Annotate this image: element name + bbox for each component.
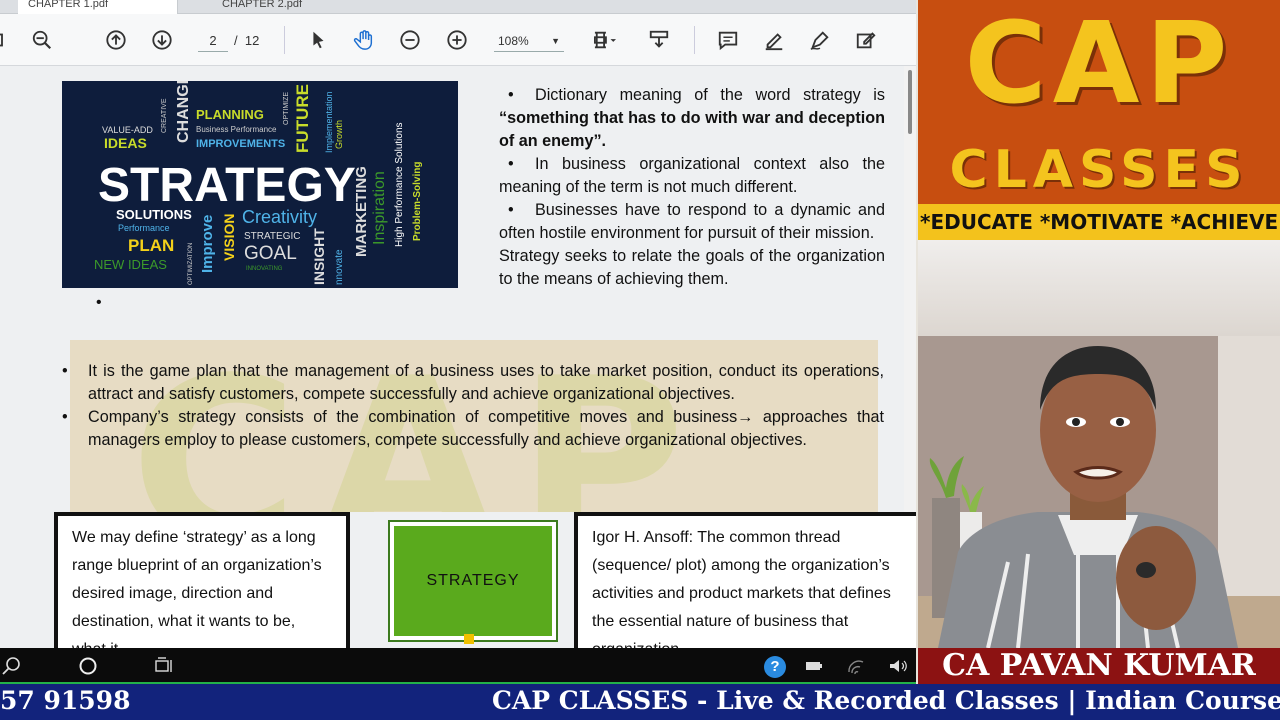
paragraph-goals-means: Strategy seeks to relate the goals of th… <box>499 247 885 288</box>
wordcloud-word: Inspiration <box>371 171 388 245</box>
wordcloud-word: Growth <box>334 120 344 149</box>
page-total: / 12 <box>234 33 260 48</box>
highlight-pen-icon[interactable] <box>760 26 788 54</box>
wordcloud-word: INSIGHT <box>311 228 327 285</box>
bullet-dictionary-meaning: • Dictionary meaning of the word strategy… <box>499 86 885 150</box>
wordcloud-word: Problem-Solving <box>412 162 423 241</box>
wordcloud-word: IMPROVEMENTS <box>196 138 285 150</box>
strategy-meaning-text: • Dictionary meaning of the word strategy… <box>499 84 885 291</box>
wordcloud-word: IDEAS <box>104 135 147 151</box>
select-cursor-icon[interactable] <box>304 26 332 54</box>
toolbar-divider <box>284 26 285 54</box>
presenter-video <box>918 240 1280 648</box>
wordcloud-word: GOAL <box>244 243 297 264</box>
wordcloud-word: VALUE-ADD <box>102 125 153 135</box>
strategy-marker <box>464 634 474 644</box>
search-icon[interactable] <box>28 26 56 54</box>
zoom-value: 108% <box>498 34 529 48</box>
strategy-label: STRATEGY <box>394 526 552 636</box>
wordcloud-word: Implementation <box>324 91 334 153</box>
tab-chapter-1[interactable]: CHAPTER 1.pdf <box>18 0 178 14</box>
wordcloud-word: High Performance Solutions <box>394 122 405 247</box>
wifi-icon[interactable] <box>846 656 866 676</box>
wordcloud-word: PLAN <box>128 236 174 255</box>
zoom-out-icon[interactable] <box>396 26 424 54</box>
definition-box: We may define ‘strategy’ as a long range… <box>54 512 350 648</box>
page-number-input[interactable]: 2 <box>198 30 228 52</box>
wordcloud-word: STRATEGIC <box>244 231 300 242</box>
cortana-icon[interactable] <box>78 656 98 676</box>
wordcloud-word: STRATEGY <box>98 159 356 212</box>
volume-icon[interactable] <box>888 656 908 676</box>
wordcloud-word: OPTIMIZE <box>283 92 290 125</box>
presenter-nameplate: CA PAVAN KUMAR <box>918 648 1280 684</box>
wordcloud-word: FUTURE <box>293 84 312 153</box>
strategy-diagram-box: STRATEGY <box>388 520 558 644</box>
cap-classes-logo: CAP CLASSES <box>918 0 1280 204</box>
logo-cap-text: CAP <box>964 0 1234 129</box>
zoom-select[interactable]: 108% ▼ <box>494 30 564 52</box>
pdf-viewer: CHAPTER 1.pdf CHAPTER 2.pdf 2 / 12 108% … <box>0 0 916 648</box>
draw-tool-icon[interactable] <box>806 26 834 54</box>
wordcloud-word: INNOVATING <box>246 266 283 272</box>
toolbar-divider <box>694 26 695 54</box>
scrollbar-thumb[interactable] <box>908 70 912 134</box>
search-icon[interactable] <box>2 656 22 676</box>
wordcloud-word: VISION <box>221 214 237 261</box>
wordcloud-word: Improve <box>199 215 216 273</box>
tab-chapter-2[interactable]: CHAPTER 2.pdf <box>212 0 372 14</box>
hand-tool-icon[interactable] <box>350 26 378 54</box>
empty-bullet: • <box>96 294 102 311</box>
ticker-text: CAP CLASSES - Live & Recorded Classes | … <box>492 686 1280 715</box>
wordcloud-word: Performance <box>118 223 170 233</box>
zoom-in-icon[interactable] <box>443 26 471 54</box>
bottom-ticker: 57 91598 CAP CLASSES - Live & Recorded C… <box>0 684 1280 720</box>
wordcloud-word: MARKETING <box>353 166 370 257</box>
task-view-icon[interactable] <box>154 656 174 676</box>
previous-page-icon[interactable] <box>102 26 130 54</box>
next-page-icon[interactable] <box>148 26 176 54</box>
ansoff-quote-box: Igor H. Ansoff: The common thread (seque… <box>574 512 916 648</box>
chevron-down-icon: ▼ <box>551 36 560 46</box>
battery-icon[interactable] <box>804 656 824 676</box>
bullet-respond-environment: • Businesses have to respond to a dynamic… <box>499 201 885 242</box>
definition-text: We may define ‘strategy’ as a long range… <box>72 529 322 648</box>
wordcloud-word: CHANGE <box>175 81 192 143</box>
wordcloud-word: SOLUTIONS <box>116 207 192 222</box>
pdf-toolbar: 2 / 12 108% ▼ <box>0 14 916 66</box>
ansoff-quote-text: Igor H. Ansoff: The common thread (seque… <box>592 529 891 648</box>
wordcloud-word: NEW IDEAS <box>94 257 167 272</box>
bullet-business-context: • In business organizational context also… <box>499 155 885 196</box>
wordcloud-word: CREATIVE <box>161 98 168 133</box>
strategy-wordcloud-image: VALUE-ADD CREATIVE CHANGE PLANNING OPTIM… <box>62 81 458 288</box>
help-icon[interactable]: ? <box>764 656 786 678</box>
strategy-bullet-list: • It is the game plan that the management… <box>62 360 884 452</box>
wordcloud-word: Business Performance <box>196 125 277 134</box>
ticker-phone-number: 57 91598 <box>0 686 131 715</box>
tab-bar: CHAPTER 1.pdf CHAPTER 2.pdf <box>0 0 916 14</box>
wordcloud-word: PLANNING <box>196 107 264 122</box>
fit-page-icon[interactable] <box>586 26 624 54</box>
wordcloud-word: nnovate <box>334 249 345 285</box>
comment-icon[interactable] <box>714 26 742 54</box>
wordcloud-word: Creativity <box>242 207 317 227</box>
sidebar-toggle-icon[interactable] <box>0 26 16 54</box>
wordcloud-word: OPTIMIZATION <box>188 243 194 285</box>
list-item: • It is the game plan that the management… <box>62 362 884 403</box>
page-display-icon[interactable] <box>645 26 673 54</box>
logo-classes-text: CLASSES <box>949 140 1249 200</box>
logo-tagline: *EDUCATE *MOTIVATE *ACHIEVE <box>918 204 1280 240</box>
list-item: • Company’s strategy consists of the comb… <box>62 408 884 449</box>
fill-sign-icon[interactable] <box>852 26 880 54</box>
